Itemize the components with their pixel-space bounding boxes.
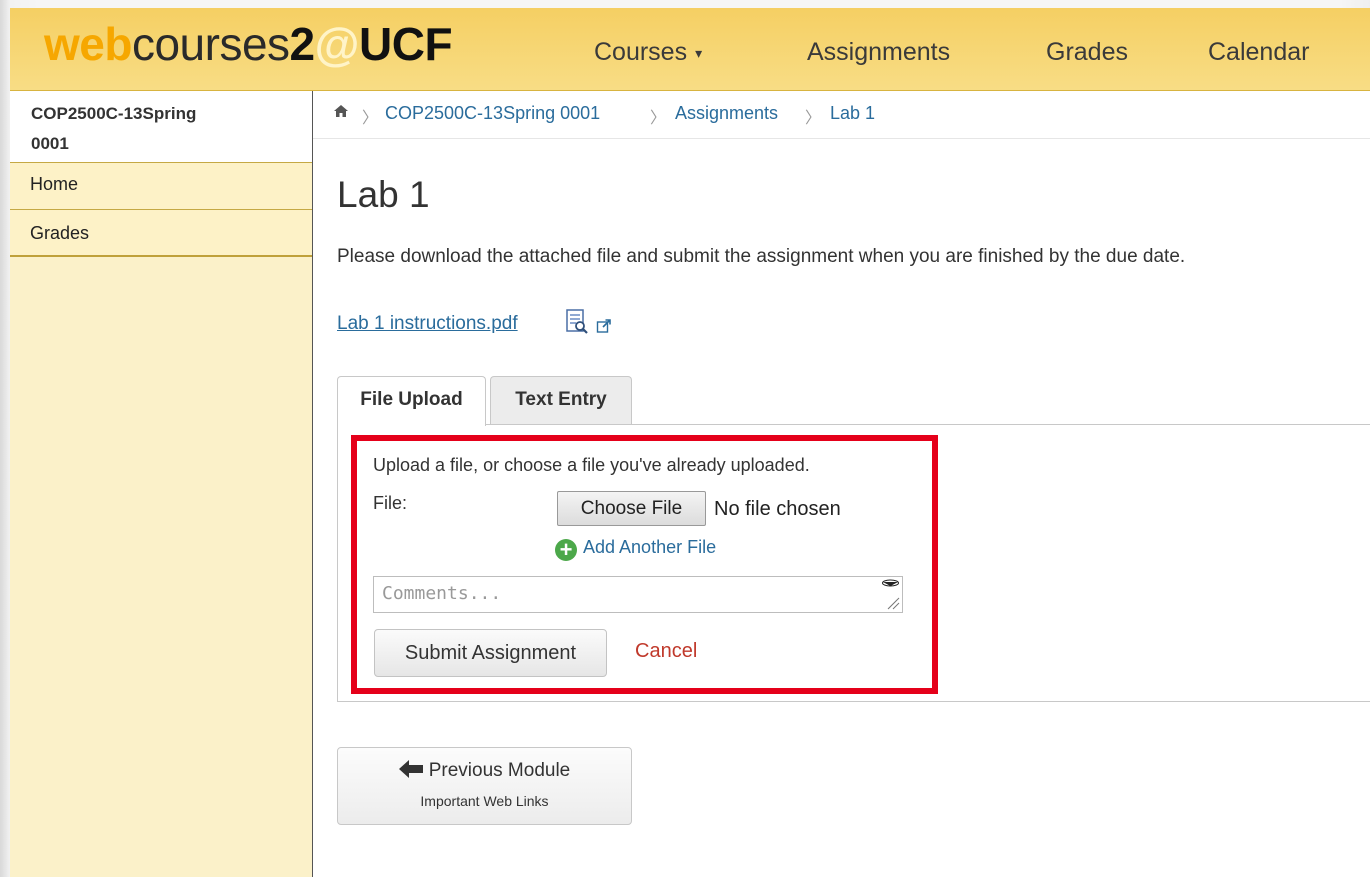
nav-assignments[interactable]: Assignments <box>807 38 950 67</box>
breadcrumb-course[interactable]: COP2500C-13Spring 0001 <box>385 103 600 124</box>
choose-file-button[interactable]: Choose File <box>557 491 706 526</box>
previous-module-top: Previous Module <box>338 760 631 784</box>
add-another-file-link[interactable]: + Add Another File <box>555 537 716 561</box>
external-link-icon[interactable] <box>596 318 612 339</box>
logo-two: 2 <box>289 18 316 70</box>
plus-circle-icon: + <box>555 539 577 561</box>
course-sidebar: COP2500C-13Spring 0001 Home Grades <box>10 91 313 877</box>
logo-courses: courses <box>131 18 290 70</box>
arrow-left-icon <box>398 760 423 784</box>
chevron-down-icon: ▾ <box>695 44 703 61</box>
page-title: Lab 1 <box>337 174 430 215</box>
cancel-link[interactable]: Cancel <box>635 640 697 663</box>
webcourses-logo[interactable]: webcourses2@UCF <box>44 14 453 74</box>
sidebar-item-home[interactable]: Home <box>10 163 312 210</box>
comments-field[interactable] <box>373 576 903 613</box>
no-file-chosen-text: No file chosen <box>714 498 841 520</box>
resize-handle-icon[interactable] <box>879 577 902 612</box>
document-preview-icon[interactable] <box>565 309 589 340</box>
attachment-link[interactable]: Lab 1 instructions.pdf <box>337 313 518 335</box>
breadcrumb-assignments[interactable]: Assignments <box>675 103 778 124</box>
course-title-line1: COP2500C-13Spring <box>31 104 197 123</box>
nav-courses[interactable]: Courses ▾ <box>594 38 702 67</box>
nav-grades[interactable]: Grades <box>1046 38 1128 67</box>
previous-module-name: Important Web Links <box>420 793 549 809</box>
course-title-line2: 0001 <box>31 134 69 153</box>
add-another-file-label: Add Another File <box>583 537 717 557</box>
logo-web: web <box>44 18 132 70</box>
upload-help-text: Upload a file, or choose a file you've a… <box>373 455 810 475</box>
top-header: webcourses2@UCF Courses ▾ Assignments Gra… <box>10 8 1370 91</box>
nav-courses-label: Courses <box>594 38 688 66</box>
submit-assignment-button[interactable]: Submit Assignment <box>374 629 607 677</box>
nav-calendar[interactable]: Calendar <box>1208 38 1309 67</box>
sidebar-course-title[interactable]: COP2500C-13Spring 0001 <box>10 91 312 163</box>
breadcrumb-lab1[interactable]: Lab 1 <box>830 103 875 124</box>
breadcrumb-separator-icon: 〉 <box>362 110 379 127</box>
breadcrumb-separator-icon: 〉 <box>650 110 667 127</box>
tab-text-entry[interactable]: Text Entry <box>490 376 632 424</box>
breadcrumb-separator-icon: 〉 <box>805 110 822 127</box>
assignment-description: Please download the attached file and su… <box>337 246 1186 267</box>
previous-module-label: Previous Module <box>428 760 571 781</box>
sidebar-item-grades[interactable]: Grades <box>10 210 312 257</box>
logo-ucf: UCF <box>359 18 453 70</box>
breadcrumb: 〉 COP2500C-13Spring 0001 〉 Assignments 〉… <box>313 91 1370 139</box>
tab-file-upload[interactable]: File Upload <box>337 376 486 426</box>
logo-at: @ <box>314 18 360 70</box>
main-content: 〉 COP2500C-13Spring 0001 〉 Assignments 〉… <box>313 91 1370 877</box>
previous-module-button[interactable]: Previous Module Important Web Links <box>337 747 632 825</box>
home-icon[interactable] <box>333 103 349 124</box>
file-label: File: <box>373 493 408 513</box>
